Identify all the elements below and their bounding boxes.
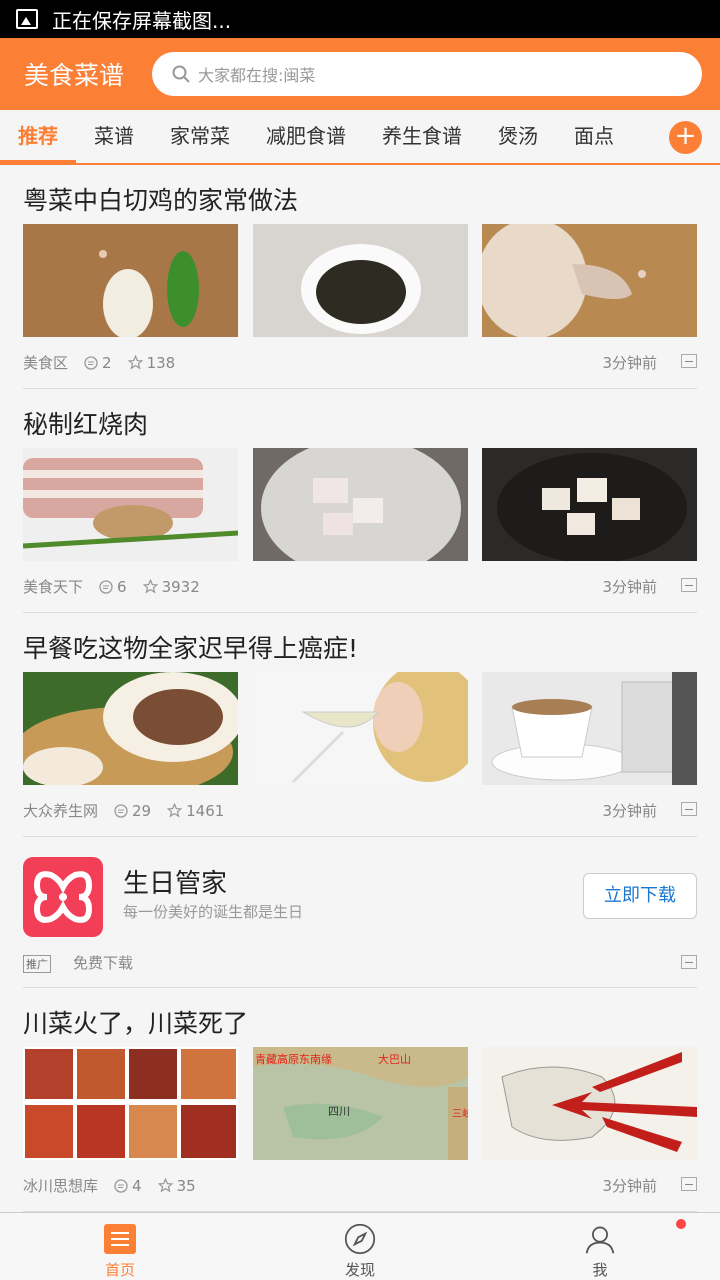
bottom-nav: 首页 发现 我 — [0, 1212, 720, 1280]
article-title: 秘制红烧肉 — [23, 410, 149, 439]
list-item[interactable]: 秘制红烧肉 美食天下 6 3932 3分钟前 — [23, 389, 697, 613]
article-meta: 冰川思想库 4 35 3分钟前 — [23, 1175, 697, 1196]
article-time: 3分钟前 — [602, 802, 657, 820]
free-download-label: 免费下载 — [73, 954, 134, 972]
dismiss-button[interactable] — [681, 802, 697, 816]
comment-count: 6 — [117, 577, 127, 596]
thumbnail-blanching-pot — [252, 448, 468, 561]
tab-recipes[interactable]: 菜谱 — [76, 110, 152, 163]
search-input[interactable]: 大家都在搜:闽菜 — [152, 52, 702, 96]
article-time: 3分钟前 — [602, 578, 657, 596]
dismiss-button[interactable] — [681, 1177, 697, 1191]
thumbnail-sichuan-dishes — [23, 1047, 238, 1160]
nav-home[interactable]: 首页 — [0, 1213, 240, 1280]
tab-pastry[interactable]: 面点 — [556, 110, 632, 163]
search-icon — [172, 65, 190, 83]
article-title: 川菜火了，川菜死了 — [23, 1009, 249, 1038]
list-item[interactable]: 川菜火了，川菜死了 青藏高原东南缘 大巴山四川 三峡 冰川思想库 4 35 3分钟前 — [23, 988, 697, 1212]
star-count: 138 — [146, 353, 176, 372]
thumbnail-row — [23, 448, 697, 561]
article-title: 粤菜中白切鸡的家常做法 — [23, 186, 299, 215]
home-icon — [104, 1224, 136, 1254]
news-feed: 粤菜中白切鸡的家常做法 美食区 2 138 3分钟前 秘制红烧肉 美食天下 6 … — [0, 165, 720, 1212]
article-title: 早餐吃这物全家迟早得上癌症! — [23, 634, 359, 663]
thumbnail-row — [23, 672, 697, 785]
user-icon — [585, 1226, 615, 1254]
thumbnail-frying-pork — [482, 448, 697, 561]
thumbnail-coffee-cup — [482, 672, 697, 785]
ad-description: 每一份美好的诞生都是生日 — [123, 903, 304, 921]
tab-recommend[interactable]: 推荐 — [0, 110, 76, 163]
status-bar: 正在保存屏幕截图... — [0, 0, 720, 38]
article-time: 3分钟前 — [602, 354, 657, 372]
article-source: 美食天下 — [23, 578, 84, 596]
status-text: 正在保存屏幕截图... — [52, 8, 232, 33]
app-icon — [23, 857, 103, 937]
thumbnail-sauce-bowl — [252, 224, 468, 337]
comment-count: 4 — [132, 1176, 142, 1195]
star-icon — [167, 803, 183, 818]
article-source: 冰川思想库 — [23, 1177, 99, 1195]
comment-icon — [114, 1178, 128, 1193]
article-source: 美食区 — [23, 354, 69, 372]
map-label-plateau: 青藏高原东南缘 — [255, 1052, 332, 1066]
search-placeholder: 大家都在搜:闽菜 — [198, 66, 316, 85]
star-count: 35 — [176, 1176, 196, 1195]
comment-count: 2 — [102, 353, 112, 372]
category-tabs: 推荐 菜谱 家常菜 减肥食谱 养生食谱 煲汤 面点 + — [0, 110, 720, 165]
ad-badge: 推广 — [23, 955, 51, 973]
nav-me[interactable]: 我 — [480, 1213, 720, 1280]
list-item[interactable]: 早餐吃这物全家迟早得上癌症! 大众养生网 29 1461 3分钟前 — [23, 613, 697, 837]
article-source: 大众养生网 — [23, 802, 99, 820]
star-count: 1461 — [186, 801, 225, 820]
tab-soup[interactable]: 煲汤 — [480, 110, 556, 163]
thumbnail-row: 青藏高原东南缘 大巴山四川 三峡 — [23, 1047, 697, 1160]
tab-home-cooking[interactable]: 家常菜 — [152, 110, 248, 163]
map-label-gorge: 三峡 — [452, 1107, 468, 1120]
thumbnail-chicken — [482, 224, 697, 337]
dismiss-button[interactable] — [681, 354, 697, 368]
star-icon — [142, 579, 158, 594]
article-time: 3分钟前 — [602, 1177, 657, 1195]
image-icon — [16, 9, 38, 29]
compass-icon — [344, 1223, 376, 1255]
nav-discover[interactable]: 发现 — [240, 1213, 480, 1280]
thumbnail-pork-belly — [23, 448, 238, 561]
thumbnail-garlic-scallion — [23, 224, 238, 337]
comment-count: 29 — [132, 801, 152, 820]
article-meta: 美食区 2 138 3分钟前 — [23, 352, 697, 373]
article-meta: 美食天下 6 3932 3分钟前 — [23, 576, 697, 597]
dismiss-button[interactable] — [681, 578, 697, 592]
notification-dot — [676, 1219, 686, 1229]
nav-home-label: 首页 — [104, 1261, 135, 1279]
ad-card[interactable]: 生日管家 每一份美好的诞生都是生日 立即下载 推广 免费下载 — [23, 837, 697, 988]
app-header: 美食菜谱 大家都在搜:闽菜 — [0, 38, 720, 110]
thumbnail-arrow-map — [482, 1047, 697, 1160]
map-label-mountain: 大巴山 — [378, 1052, 411, 1066]
list-item[interactable]: 粤菜中白切鸡的家常做法 美食区 2 138 3分钟前 — [23, 165, 697, 389]
star-count: 3932 — [161, 577, 200, 596]
comment-icon — [99, 579, 113, 594]
download-button[interactable]: 立即下载 — [583, 873, 697, 919]
dismiss-button[interactable] — [681, 955, 697, 969]
article-meta: 大众养生网 29 1461 3分钟前 — [23, 800, 697, 821]
thumbnail-steamed-bun — [23, 672, 238, 785]
ad-app-name: 生日管家 — [123, 869, 228, 899]
app-title: 美食菜谱 — [24, 61, 125, 90]
add-tab-button[interactable]: + — [669, 121, 702, 154]
comment-icon — [114, 803, 128, 818]
thumbnail-woman-drinking — [252, 672, 468, 785]
nav-discover-label: 发现 — [344, 1261, 375, 1279]
tab-diet[interactable]: 减肥食谱 — [248, 110, 364, 163]
star-icon — [157, 1178, 173, 1193]
map-label-province: 四川 — [328, 1105, 350, 1118]
comment-icon — [84, 355, 98, 370]
thumbnail-sichuan-map: 青藏高原东南缘 大巴山四川 三峡 — [252, 1047, 468, 1160]
thumbnail-row — [23, 224, 697, 337]
star-icon — [127, 355, 143, 370]
tab-health[interactable]: 养生食谱 — [364, 110, 480, 163]
nav-me-label: 我 — [592, 1261, 608, 1279]
